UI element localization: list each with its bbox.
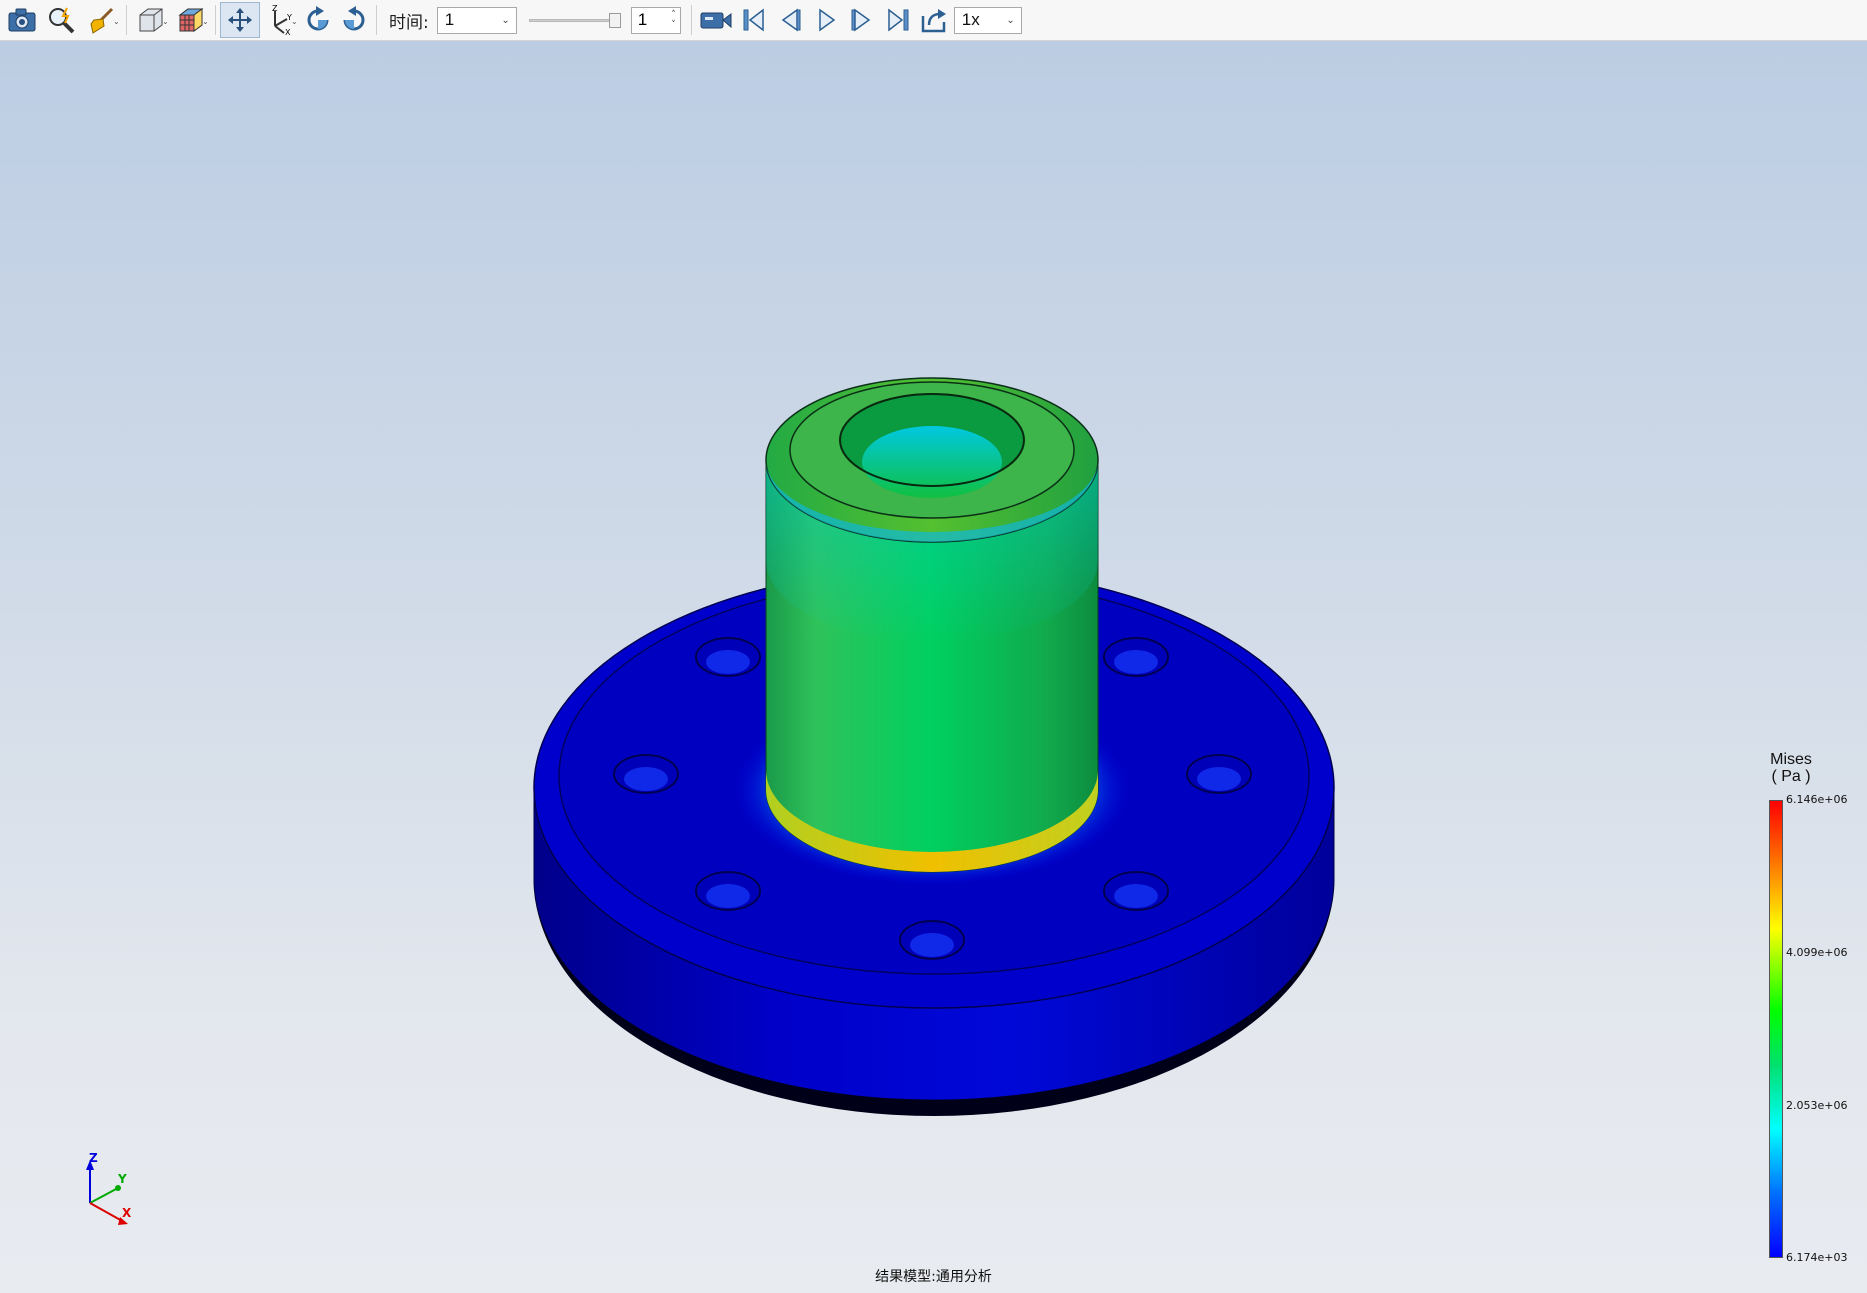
export-icon xyxy=(921,9,946,33)
view-button[interactable]: ⌄ xyxy=(131,2,171,38)
legend-tick: 2.053e+06 xyxy=(1786,1099,1848,1112)
play-icon xyxy=(818,8,836,32)
brush-icon xyxy=(90,7,114,34)
zoom-button[interactable] xyxy=(42,2,82,38)
camera-icon xyxy=(8,8,36,32)
result-model-label: 结果模型:通用分析 xyxy=(875,1269,992,1285)
rotate-ccw-button[interactable] xyxy=(336,2,372,38)
prev-frame-icon xyxy=(781,8,801,32)
toolbar-separator xyxy=(376,5,377,35)
chevron-down-icon[interactable]: ⌄ xyxy=(202,18,210,26)
3d-viewport[interactable]: Z Y X Mises ( Pa ) 6.146e+06 4.099e+06 2… xyxy=(0,41,1867,1293)
fea-model[interactable]: Z Y X xyxy=(0,41,1867,1293)
display-mode-button[interactable]: ⌄ xyxy=(171,2,211,38)
svg-text:Z: Z xyxy=(272,5,278,13)
toolbar: ⌄ ⌄ ⌄ Z Y X ⌄ 时间: 1 ⌄ 1 ˄ ˅ 1x ⌄ xyxy=(0,0,1867,41)
clear-button[interactable]: ⌄ xyxy=(82,2,122,38)
frame-spinbox-value: 1 xyxy=(637,10,648,29)
chevron-down-icon: ⌄ xyxy=(1006,14,1015,26)
rotate-ccw-icon xyxy=(343,6,365,31)
record-button[interactable] xyxy=(696,2,736,38)
axis-triad: Z Y X xyxy=(86,1151,132,1225)
screenshot-button[interactable] xyxy=(2,2,42,38)
toolbar-separator xyxy=(215,5,216,35)
slider-thumb[interactable] xyxy=(608,13,621,28)
rotate-cw-icon xyxy=(307,6,329,31)
time-select[interactable]: 1 ⌄ xyxy=(436,6,517,34)
cylinder-boss[interactable] xyxy=(765,377,1099,873)
last-frame-icon xyxy=(887,8,909,32)
legend-tick-min: 6.174e+03 xyxy=(1786,1251,1848,1264)
chevron-down-icon: ⌄ xyxy=(501,14,510,26)
chevron-down-icon[interactable]: ⌄ xyxy=(291,18,299,26)
axis-z-label: Z xyxy=(89,1151,98,1165)
pan-button[interactable] xyxy=(220,2,260,38)
legend-tick-max: 6.146e+06 xyxy=(1786,793,1848,806)
first-frame-button[interactable] xyxy=(736,2,772,38)
axes-button[interactable]: Z Y X ⌄ xyxy=(260,2,300,38)
chevron-down-icon[interactable]: ˅ xyxy=(671,20,676,30)
speed-select-value: 1x xyxy=(961,10,980,29)
legend-unit: ( Pa ) xyxy=(1771,768,1811,785)
axis-y-label: Y xyxy=(117,1172,127,1186)
rotate-cw-button[interactable] xyxy=(300,2,336,38)
axis-x-label: X xyxy=(122,1206,132,1220)
pan-icon xyxy=(228,8,252,32)
frame-spinbox[interactable]: 1 ˄ ˅ xyxy=(630,6,681,34)
next-frame-icon xyxy=(851,8,871,32)
legend-title-text: Mises xyxy=(1770,751,1812,768)
record-icon xyxy=(700,12,732,29)
chevron-up-icon[interactable]: ˄ xyxy=(671,10,676,20)
spin-arrows[interactable]: ˄ ˅ xyxy=(671,10,676,30)
prev-frame-button[interactable] xyxy=(772,2,808,38)
speed-select[interactable]: 1x ⌄ xyxy=(953,6,1022,34)
time-label: 时间: xyxy=(389,12,429,33)
toolbar-separator xyxy=(690,5,692,35)
slider-track xyxy=(528,19,615,22)
last-frame-button[interactable] xyxy=(880,2,916,38)
next-frame-button[interactable] xyxy=(844,2,880,38)
export-button[interactable] xyxy=(916,2,952,38)
play-button[interactable] xyxy=(808,2,844,38)
chevron-down-icon[interactable]: ⌄ xyxy=(113,18,121,26)
toolbar-separator xyxy=(126,5,127,35)
legend-color-bar xyxy=(1769,800,1783,1258)
legend-tick: 4.099e+06 xyxy=(1786,946,1848,959)
time-select-value: 1 xyxy=(444,10,455,29)
svg-text:X: X xyxy=(285,28,291,35)
zoom-icon xyxy=(49,7,75,34)
frame-slider[interactable] xyxy=(528,11,621,29)
first-frame-icon xyxy=(743,8,764,32)
legend-title: Mises ( Pa ) xyxy=(1766,751,1816,785)
chevron-down-icon[interactable]: ⌄ xyxy=(162,18,170,26)
